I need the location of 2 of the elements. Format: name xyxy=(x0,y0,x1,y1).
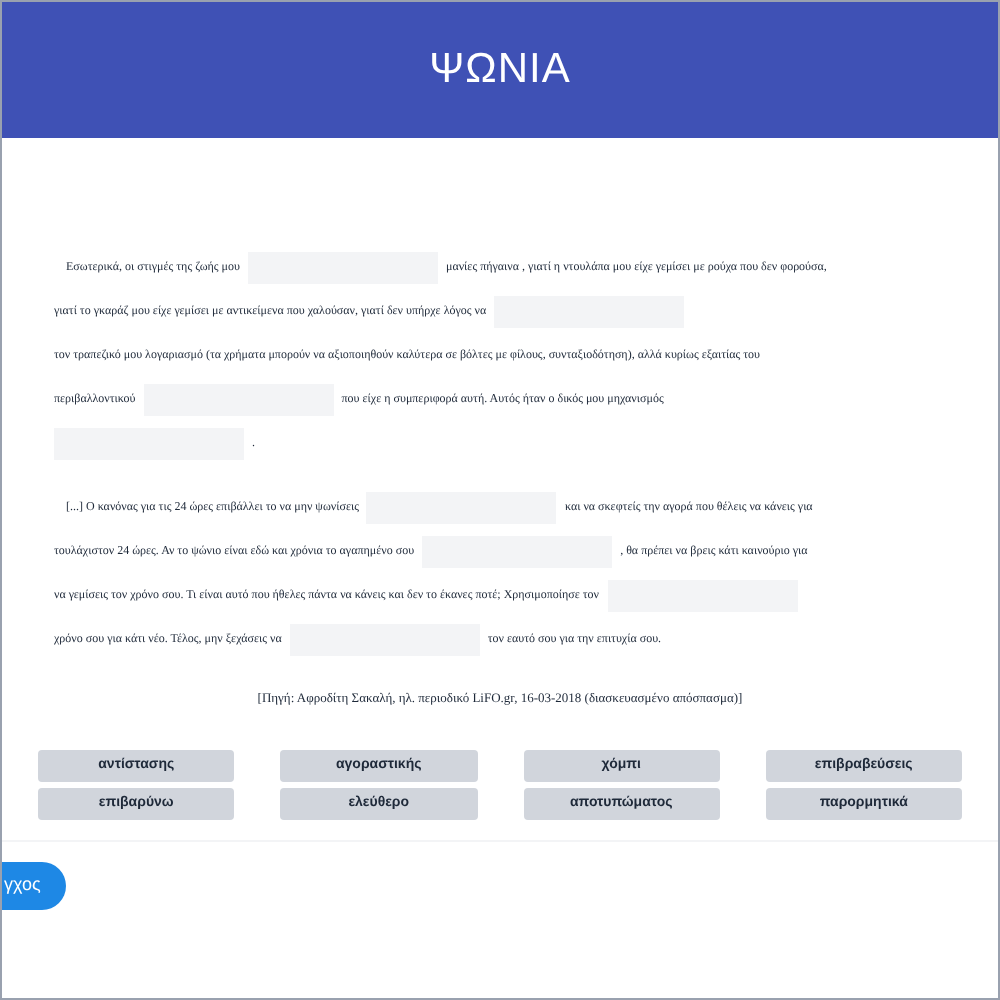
page-title: ΨΩΝΙΑ xyxy=(429,44,571,97)
check-button[interactable]: γχος xyxy=(2,861,66,910)
